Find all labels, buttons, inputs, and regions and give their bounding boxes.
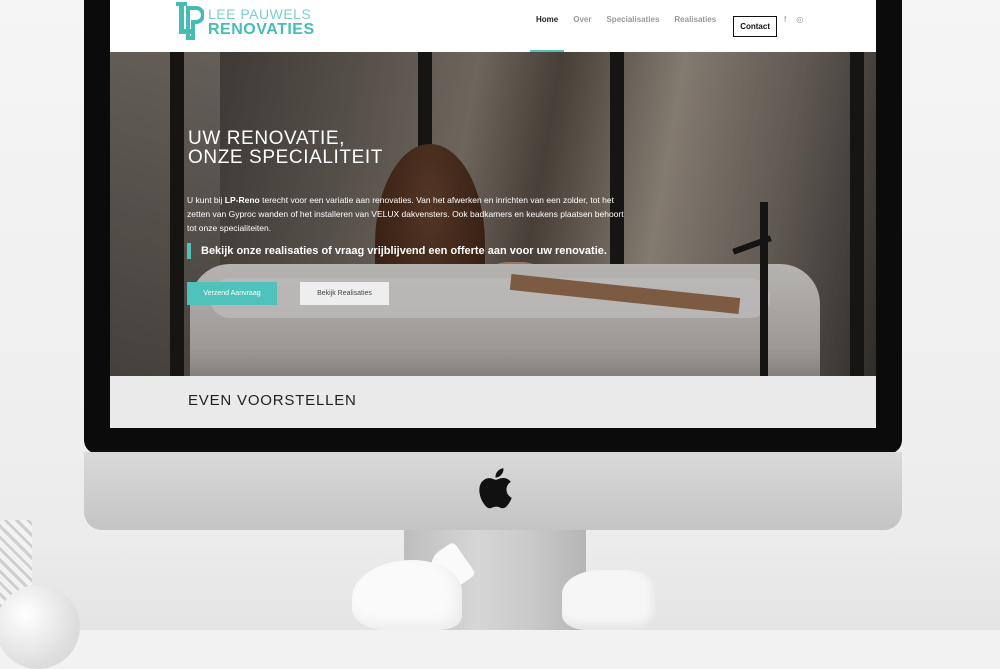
lp-logo-icon [176,2,204,40]
apple-icon [479,468,512,509]
hero-section: UW RENOVATIE, ONZE SPECIALITEIT U kunt b… [110,52,876,376]
facebook-icon[interactable]: f [784,15,786,24]
hero-description: U kunt bij LP-Reno terecht voor een vari… [187,193,627,235]
desk-ceramic-bird [352,560,462,630]
desk-crumpled-paper [562,570,658,630]
nav-home[interactable]: Home [529,0,565,52]
brand-name-line1: LEE PAUWELS [208,6,312,22]
brand-logo[interactable]: LEE PAUWELS RENOVATIES [176,0,314,44]
main-menu: Home Over Specialisaties Realisaties Con… [529,0,777,52]
view-realisations-button[interactable]: Bekijk Realisaties [300,282,389,305]
navbar: LEE PAUWELS RENOVATIES Home Over Special… [110,0,876,52]
send-request-button[interactable]: Verzend Aanvraag [187,282,277,305]
section-title: EVEN VOORSTELLEN [188,392,357,409]
nav-specialisaties[interactable]: Specialisaties [606,0,659,52]
hero-title: UW RENOVATIE, ONZE SPECIALITEIT [188,129,383,167]
instagram-icon[interactable]: ◎ [796,15,803,24]
brand-name-line2: RENOVATIES [208,21,315,38]
hero-title-line1: UW RENOVATIE, [188,128,345,149]
website-screen: LEE PAUWELS RENOVATIES Home Over Special… [110,0,876,428]
hero-text-brand: LP-Reno [224,195,260,205]
nav-over[interactable]: Over [573,0,591,52]
hero-quote: Bekijk onze realisaties of vraag vrijbli… [187,243,607,259]
desk-glass-globe [0,585,80,669]
contact-button[interactable]: Contact [733,15,777,37]
hero-title-line2: ONZE SPECIALITEIT [188,147,383,168]
hero-text-start: U kunt bij [187,195,225,205]
nav-realisaties[interactable]: Realisaties [674,0,716,52]
intro-section: EVEN VOORSTELLEN [110,376,876,428]
social-links: f ◎ [784,15,803,24]
